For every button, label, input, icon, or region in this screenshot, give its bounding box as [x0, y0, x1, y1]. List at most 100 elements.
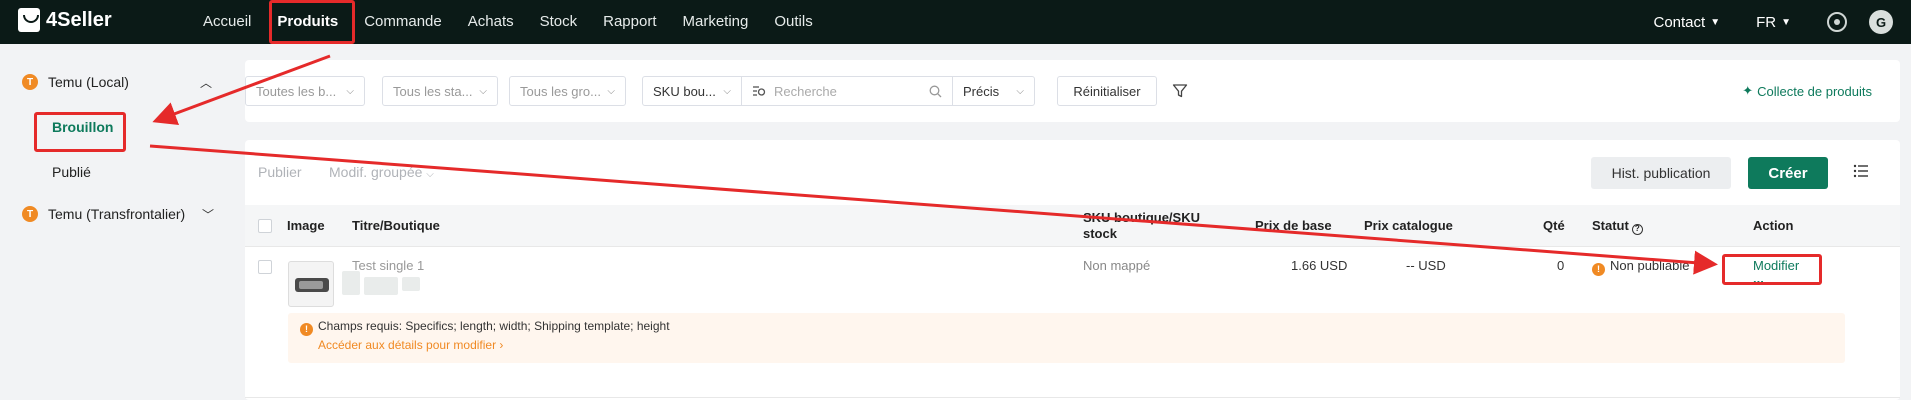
collect-products-link[interactable]: ✦ Collecte de produits: [1742, 83, 1872, 99]
status-select-value: Tous les sta...: [393, 83, 473, 99]
notice-text: Champs requis: Specifics; length; width;…: [318, 319, 670, 333]
product-image-detail: [299, 281, 323, 289]
redacted-block: [364, 277, 398, 295]
row-checkbox[interactable]: [258, 260, 272, 274]
product-title[interactable]: Test single 1: [352, 258, 424, 273]
sidebar-item-publie[interactable]: Publié: [52, 164, 91, 180]
notice-line: ! Champs requis: Specifics; length; width…: [300, 319, 670, 336]
base-price-value: 1.66 USD: [1291, 258, 1348, 273]
chevron-right-icon: ›: [496, 338, 504, 352]
col-base-price: Prix de base: [1255, 218, 1332, 233]
annotation-box-modifier: [1722, 254, 1822, 285]
shopping-bag-icon: [18, 8, 40, 32]
filter-bar: Toutes les b... ⌵ Tous les sta... ⌵ Tous…: [245, 60, 1900, 122]
catalog-price-value: -- USD: [1406, 258, 1446, 273]
col-status-label: Statut: [1592, 218, 1629, 233]
col-sku: SKU boutique/SKU stock: [1083, 210, 1200, 242]
nav-rapport[interactable]: Rapport: [590, 0, 669, 44]
sidebar-group-label: Temu (Local): [48, 74, 129, 90]
redacted-block: [342, 271, 360, 295]
search-placeholder: Recherche: [774, 83, 837, 99]
notice-link-text: Accéder aux détails pour modifier: [318, 338, 497, 352]
nav-achats[interactable]: Achats: [455, 0, 527, 44]
temu-badge-icon: T: [22, 206, 38, 222]
chevron-down-icon: ⌵: [426, 169, 434, 180]
status-text: Non publiable: [1610, 258, 1690, 273]
nav-stock[interactable]: Stock: [527, 0, 591, 44]
nav-commande[interactable]: Commande: [351, 0, 455, 44]
sparkle-icon: ✦: [1742, 83, 1754, 98]
select-all-checkbox[interactable]: [258, 219, 272, 233]
col-image: Image: [287, 218, 325, 233]
list-search-icon: [753, 86, 766, 96]
col-action: Action: [1753, 218, 1794, 233]
col-qty: Qté: [1543, 218, 1565, 233]
status-select[interactable]: Tous les sta... ⌵: [382, 76, 498, 106]
sku-field-select[interactable]: SKU bou... ⌵: [642, 76, 742, 106]
bulk-edit-button[interactable]: Modif. groupée ⌵: [329, 164, 434, 180]
logo-text: 4Seller: [46, 8, 112, 31]
chevron-down-icon: ⌵: [1016, 85, 1024, 97]
help-icon[interactable]: ?: [1631, 223, 1643, 235]
chevron-down-icon: ⌵: [346, 85, 354, 97]
sidebar-group-temu-transfrontalier[interactable]: T Temu (Transfrontalier) ﹀: [22, 206, 214, 222]
redacted-block: [402, 277, 420, 291]
qty-value: 0: [1557, 258, 1565, 273]
language-label: FR: [1756, 13, 1777, 31]
contact-menu[interactable]: Contact ▼: [1653, 14, 1720, 31]
group-select[interactable]: Tous les gro... ⌵: [509, 76, 626, 106]
annotation-box-produits: [269, 0, 355, 44]
chevron-down-icon: ⌵: [479, 85, 487, 97]
search-icon[interactable]: [929, 85, 942, 98]
table-header: Image Titre/Boutique SKU boutique/SKU st…: [245, 205, 1900, 247]
group-select-value: Tous les gro...: [520, 83, 601, 99]
chevron-down-icon: ⌵: [723, 85, 731, 97]
sidebar-group-temu-local[interactable]: T Temu (Local) ︿: [22, 74, 212, 90]
chevron-down-icon: ﹀: [201, 207, 214, 222]
sidebar-group-label: Temu (Transfrontalier): [48, 206, 186, 222]
sku-value: Non mappé: [1083, 258, 1151, 273]
publish-history-button[interactable]: Hist. publication: [1591, 157, 1731, 189]
chevron-down-icon: ▼: [1781, 16, 1791, 28]
status-badge: ! Non publiable: [1592, 258, 1690, 276]
filter-icon[interactable]: [1172, 83, 1188, 99]
sidebar: T Temu (Local) ︿ Brouillon Publié T Temu…: [0, 44, 228, 400]
col-sku-line1: SKU boutique/SKU: [1083, 210, 1200, 225]
search-input[interactable]: Recherche: [741, 76, 953, 106]
bulk-edit-label: Modif. groupée: [329, 164, 423, 180]
avatar[interactable]: G: [1869, 10, 1893, 34]
notice-details-link[interactable]: Accéder aux détails pour modifier ›: [318, 338, 503, 352]
header-right: Contact ▼ FR ▼ G: [1653, 0, 1911, 44]
warning-icon: !: [300, 322, 313, 336]
contact-label: Contact: [1653, 13, 1706, 31]
product-thumbnail[interactable]: [288, 261, 334, 307]
store-select[interactable]: Toutes les b... ⌵: [245, 76, 365, 106]
create-button[interactable]: Créer: [1748, 157, 1828, 189]
gear-icon[interactable]: [1827, 12, 1847, 32]
warning-icon: !: [1592, 262, 1605, 276]
chevron-down-icon: ▼: [1710, 16, 1721, 28]
col-status: Statut?: [1592, 205, 1643, 247]
nav-accueil[interactable]: Accueil: [190, 0, 264, 44]
divider: [245, 397, 1900, 398]
app-logo[interactable]: 4Seller: [18, 8, 112, 32]
publish-button[interactable]: Publier: [258, 164, 302, 180]
col-title: Titre/Boutique: [352, 218, 440, 233]
table-row: Test single 1 Non mappé 1.66 USD -- USD …: [245, 247, 1900, 377]
nav-outils[interactable]: Outils: [761, 0, 825, 44]
column-settings-icon[interactable]: [1853, 164, 1869, 178]
required-fields-notice: ! Champs requis: Specifics; length; width…: [288, 313, 1845, 363]
chevron-up-icon: ︿: [199, 75, 212, 90]
chevron-down-icon: ⌵: [607, 85, 615, 97]
nav-marketing[interactable]: Marketing: [670, 0, 762, 44]
match-mode-select[interactable]: Précis ⌵: [952, 76, 1035, 106]
collect-products-label: Collecte de produits: [1757, 83, 1872, 99]
sku-field-select-value: SKU bou...: [653, 83, 716, 99]
language-menu[interactable]: FR ▼: [1756, 14, 1791, 31]
annotation-box-brouillon: [34, 112, 126, 152]
products-table-card: Publier Modif. groupée ⌵ Hist. publicati…: [245, 140, 1900, 400]
col-sku-line2: stock: [1083, 226, 1117, 241]
store-select-value: Toutes les b...: [256, 83, 337, 99]
temu-badge-icon: T: [22, 74, 38, 90]
reset-button[interactable]: Réinitialiser: [1057, 76, 1157, 106]
